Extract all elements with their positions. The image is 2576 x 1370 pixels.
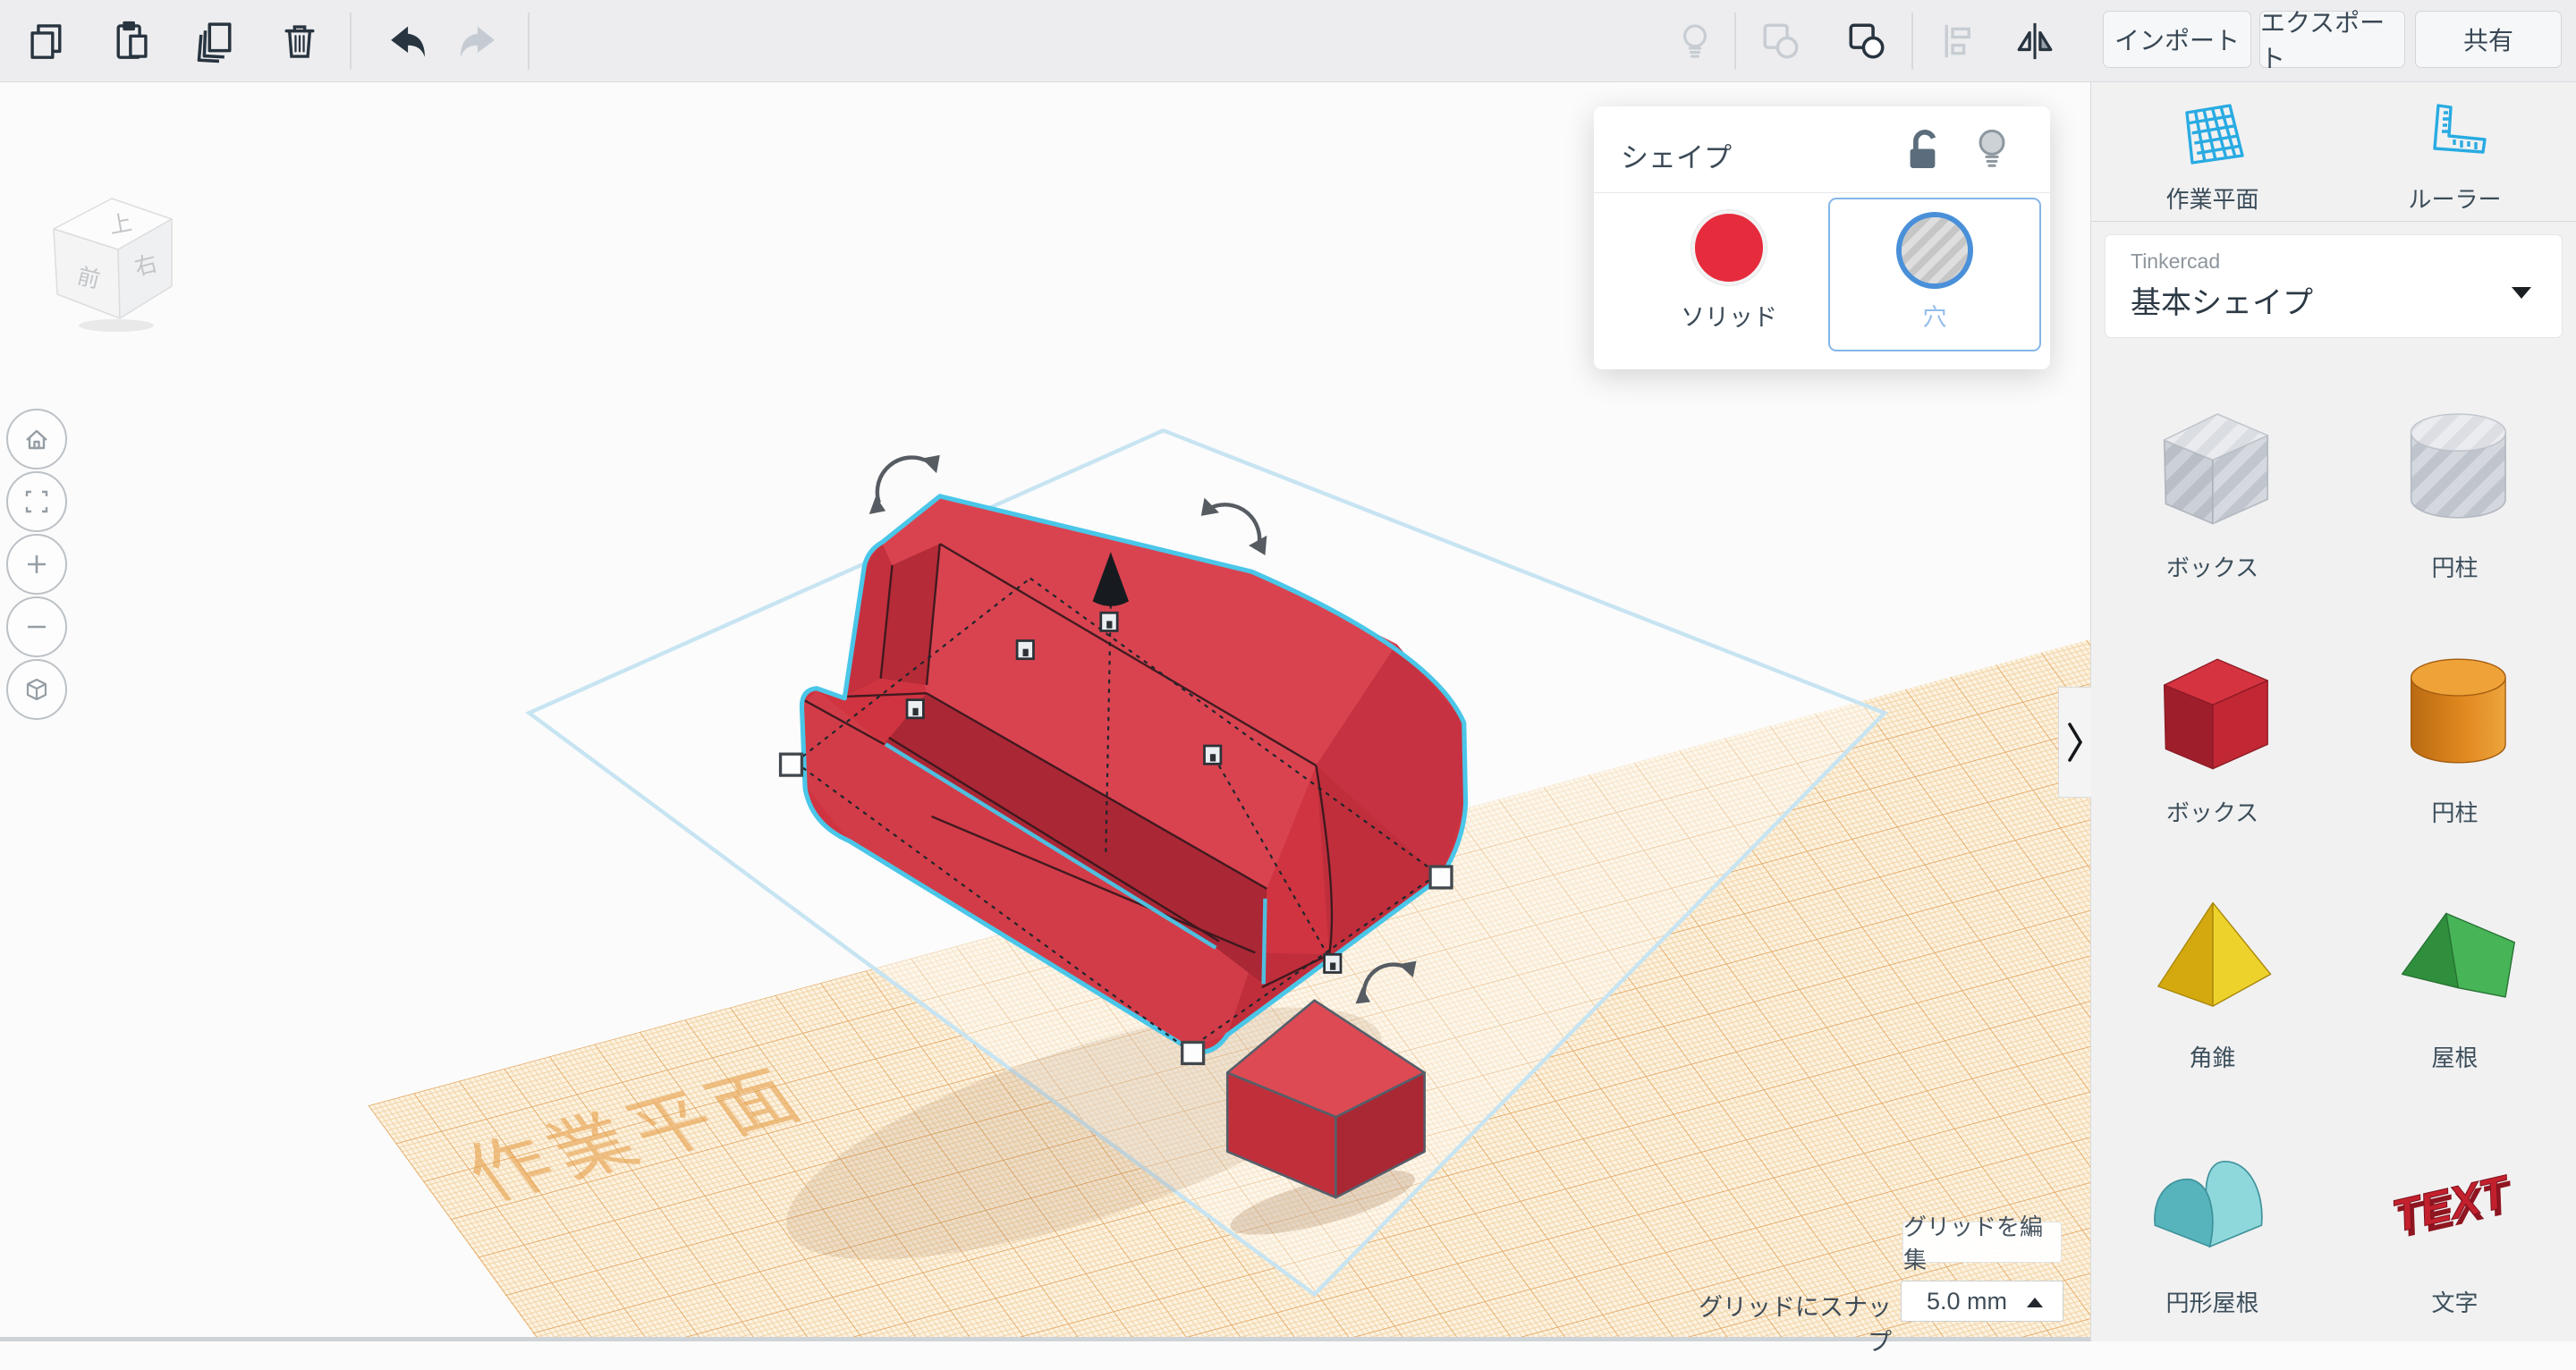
undo-button[interactable] bbox=[376, 14, 428, 68]
panel-collapse-tab[interactable] bbox=[2058, 687, 2091, 798]
toolbar-separator bbox=[1911, 13, 1913, 70]
zoom-in-icon bbox=[28, 555, 46, 573]
text-thumb: TEXT TEXT bbox=[2386, 1164, 2519, 1247]
chevron-down-icon bbox=[2512, 287, 2531, 299]
toolbar-separator bbox=[528, 13, 530, 70]
align-icon bbox=[1945, 24, 1970, 58]
pyramid-thumb bbox=[2157, 901, 2271, 1007]
perspective-icon bbox=[26, 678, 47, 701]
perspective-toggle-button[interactable] bbox=[6, 659, 67, 720]
mirror-icon bbox=[2017, 22, 2053, 60]
lightbulb-icon bbox=[1683, 24, 1707, 58]
view-cube-top-label[interactable]: 上 bbox=[107, 210, 133, 239]
popup-title: シェイプ bbox=[1621, 142, 1732, 173]
zoom-out-icon bbox=[28, 625, 46, 629]
solid-swatch bbox=[1691, 210, 1767, 285]
zoom-in-button[interactable] bbox=[6, 534, 67, 595]
round-roof-thumb bbox=[2153, 1160, 2263, 1248]
redo-button[interactable] bbox=[458, 14, 510, 68]
ungroup-button[interactable] bbox=[1841, 14, 1893, 68]
paste-icon bbox=[116, 21, 148, 59]
view-nav-column bbox=[6, 409, 67, 722]
hide-shape-button[interactable] bbox=[1973, 128, 2011, 177]
ruler-tool-label: ルーラー bbox=[2408, 186, 2502, 213]
box-striped-thumb bbox=[2163, 413, 2268, 525]
top-toolbar: インポート エクスポート 共有 bbox=[0, 0, 2576, 82]
collection-name: 基本シェイプ bbox=[2131, 286, 2313, 320]
chevron-up-icon bbox=[2027, 1298, 2043, 1307]
workplane-tool-label: 作業平面 bbox=[2165, 186, 2259, 213]
solid-label: ソリッド bbox=[1681, 304, 1777, 331]
mirror-button[interactable] bbox=[2009, 14, 2061, 68]
ruler-icon bbox=[2432, 104, 2487, 154]
copy-icon bbox=[30, 24, 62, 59]
group-button[interactable] bbox=[1755, 14, 1807, 68]
bulb-icon bbox=[1979, 129, 2005, 167]
roof-thumb bbox=[2401, 912, 2515, 998]
fit-view-icon bbox=[25, 490, 48, 513]
import-button[interactable]: インポート bbox=[2103, 11, 2251, 68]
shape-tile-box-hole[interactable]: ボックス bbox=[2091, 390, 2334, 635]
shape-tile-text[interactable]: TEXT TEXT 文字 bbox=[2334, 1125, 2576, 1370]
view-cube[interactable]: 上 前 右 bbox=[34, 193, 195, 336]
snap-to-grid-label: グリッドにスナップ bbox=[1699, 1294, 1892, 1356]
panel-divider bbox=[2091, 221, 2576, 222]
box-red-thumb bbox=[2163, 658, 2268, 770]
copy-button[interactable] bbox=[21, 14, 72, 68]
snap-grid-select[interactable]: 5.0 mm bbox=[1901, 1281, 2063, 1322]
home-view-button[interactable] bbox=[6, 409, 67, 469]
undo-icon bbox=[391, 26, 425, 57]
shape-inspector-popup: シェイプ ソリッド 穴 bbox=[1594, 106, 2050, 369]
zoom-out-button[interactable] bbox=[6, 596, 67, 657]
shape-tile-box[interactable]: ボックス bbox=[2091, 635, 2334, 880]
fit-view-button[interactable] bbox=[6, 471, 67, 532]
ruler-tool[interactable]: ルーラー bbox=[2334, 82, 2576, 221]
delete-button[interactable] bbox=[274, 14, 326, 68]
solid-option[interactable]: ソリッド bbox=[1671, 210, 1787, 333]
unlock-icon bbox=[1910, 130, 1936, 168]
hole-swatch bbox=[1896, 212, 1973, 289]
shape-collection-dropdown[interactable]: Tinkercad 基本シェイプ bbox=[2105, 234, 2563, 338]
ungroup-icon bbox=[1849, 23, 1885, 59]
popup-divider bbox=[1594, 192, 2050, 193]
chevron-right-icon bbox=[2068, 723, 2083, 762]
collection-brand: Tinkercad bbox=[2131, 249, 2221, 273]
align-button[interactable] bbox=[1934, 14, 1986, 68]
shape-tile-round-roof[interactable]: 円形屋根 bbox=[2091, 1125, 2334, 1370]
cylinder-orange-thumb bbox=[2410, 658, 2506, 764]
home-icon bbox=[26, 429, 47, 450]
toolbar-separator bbox=[350, 13, 352, 70]
edit-grid-button[interactable]: グリッドを編集 bbox=[1902, 1214, 2062, 1273]
shape-tile-roof[interactable]: 屋根 bbox=[2334, 880, 2576, 1125]
workplane-tool[interactable]: 作業平面 bbox=[2091, 82, 2334, 221]
trash-icon bbox=[284, 25, 315, 58]
hole-option-selected[interactable]: 穴 bbox=[1828, 198, 2041, 351]
cylinder-striped-thumb bbox=[2410, 413, 2506, 519]
toolbar-separator bbox=[1734, 13, 1736, 70]
duplicate-button[interactable] bbox=[188, 14, 240, 68]
group-icon bbox=[1763, 23, 1799, 59]
share-button[interactable]: 共有 bbox=[2415, 11, 2562, 68]
shape-gallery: ボックス 円柱 ボックス 円柱 角錐 屋根 円形屋根 TEXT TEXT 文字 bbox=[2091, 390, 2576, 1370]
shape-tile-cylinder-hole[interactable]: 円柱 bbox=[2334, 390, 2576, 635]
export-button[interactable]: エクスポート bbox=[2259, 9, 2405, 72]
duplicate-icon bbox=[197, 22, 232, 63]
hole-label: 穴 bbox=[1922, 304, 1947, 331]
workplane-icon bbox=[2184, 104, 2244, 165]
paste-button[interactable] bbox=[106, 14, 157, 68]
redo-icon bbox=[461, 26, 495, 57]
shape-tile-cylinder[interactable]: 円柱 bbox=[2334, 635, 2576, 880]
snap-grid-value: 5.0 mm bbox=[1927, 1287, 2008, 1315]
shape-tile-pyramid[interactable]: 角錐 bbox=[2091, 880, 2334, 1125]
lock-button[interactable] bbox=[1905, 130, 1945, 177]
adjust-light-button[interactable] bbox=[1669, 14, 1721, 68]
shape-library-panel: 作業平面 ルーラー Tinkercad 基本シェイプ ボックス 円柱 ボックス … bbox=[2090, 82, 2576, 1341]
